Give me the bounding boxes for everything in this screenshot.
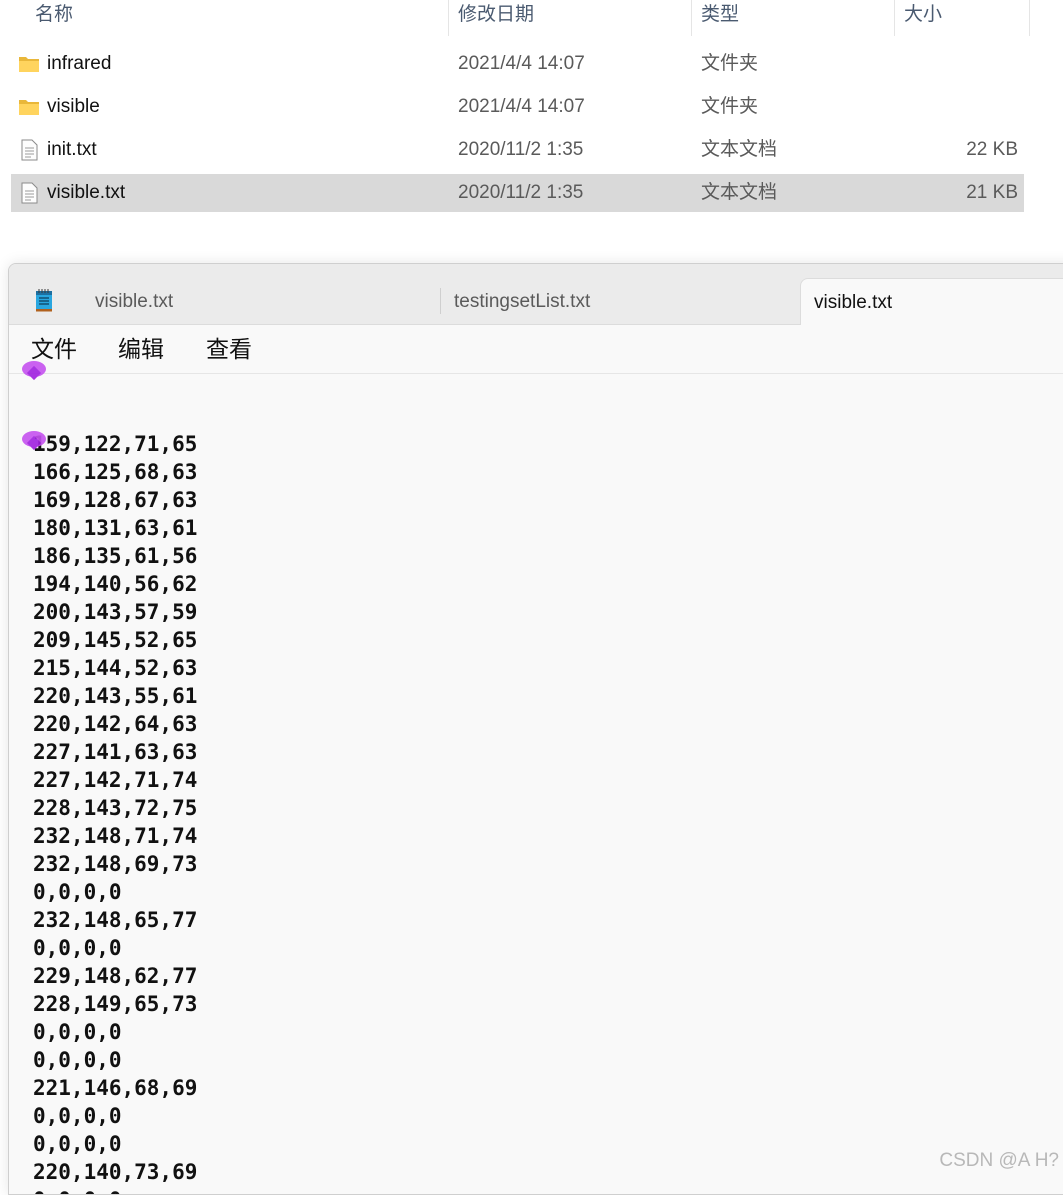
file-row-infrared[interactable]: infrared 2021/4/4 14:07 文件夹 [11, 45, 1024, 83]
file-size: 21 KB [966, 182, 1018, 203]
text-line: 228,149,65,73 [33, 992, 198, 1016]
text-line: 232,148,69,73 [33, 852, 198, 876]
column-header-name[interactable]: 名称 [35, 0, 73, 36]
file-type: 文本文档 [701, 182, 778, 203]
text-line: 166,125,68,63 [33, 460, 198, 484]
watermark: CSDN @A H? [939, 1150, 1059, 1171]
file-date: 2020/11/2 1:35 [458, 139, 584, 160]
file-explorer-list: 名称 修改日期 类型 大小 infrared 2021/4/4 14:07 文件… [0, 0, 1063, 230]
folder-icon [19, 100, 39, 115]
tab-divider [440, 288, 441, 314]
file-row-init-txt[interactable]: init.txt 2020/11/2 1:35 文本文档 22 KB [11, 131, 1024, 169]
column-divider[interactable] [448, 0, 449, 36]
text-line: 0,0,0,0 [33, 1020, 122, 1044]
file-type: 文本文档 [701, 139, 778, 160]
menu-view[interactable]: 查看 [206, 333, 252, 365]
file-row-visible[interactable]: visible 2021/4/4 14:07 文件夹 [11, 88, 1024, 126]
text-file-icon [21, 182, 38, 204]
file-date: 2021/4/4 14:07 [458, 96, 585, 117]
text-line: 169,128,67,63 [33, 488, 198, 512]
cursor-marker [22, 431, 46, 447]
tab-testingsetlist-txt[interactable]: testingsetList.txt [454, 278, 590, 324]
file-type: 文件夹 [701, 53, 759, 74]
file-row-visible-txt[interactable]: visible.txt 2020/11/2 1:35 文本文档 21 KB [11, 174, 1024, 212]
text-line: 0,0,0,0 [33, 880, 122, 904]
cursor-marker [22, 361, 46, 377]
text-line: 232,148,71,74 [33, 824, 198, 848]
text-line: 227,141,63,63 [33, 740, 198, 764]
file-date: 2021/4/4 14:07 [458, 53, 585, 74]
text-line: 0,0,0,0 [33, 1186, 197, 1194]
text-line: 227,142,71,74 [33, 768, 198, 792]
text-file-icon [21, 139, 38, 161]
text-line: 180,131,63,61 [33, 516, 198, 540]
text-line: 221,146,68,69 [33, 1076, 198, 1100]
text-line: 229,148,62,77 [33, 964, 198, 988]
text-line: 186,135,61,56 [33, 544, 198, 568]
menu-file[interactable]: 文件 [31, 333, 77, 365]
column-divider[interactable] [1029, 0, 1030, 36]
file-name: visible [47, 96, 100, 117]
file-name: visible.txt [47, 182, 126, 203]
text-line: 220,143,55,61 [33, 684, 198, 708]
tab-visible-txt-active[interactable]: visible.txt [800, 278, 1063, 325]
file-type: 文件夹 [701, 96, 759, 117]
tab-visible-txt-1[interactable]: visible.txt [95, 278, 173, 324]
folder-icon [19, 57, 39, 72]
text-line: 215,144,52,63 [33, 656, 198, 680]
text-line: 209,145,52,65 [33, 628, 198, 652]
text-line: 159,122,71,65 [33, 432, 198, 456]
text-line: 220,140,73,69 [33, 1160, 198, 1184]
column-divider[interactable] [894, 0, 895, 36]
column-header-size[interactable]: 大小 [904, 0, 942, 36]
text-line: 0,0,0,0 [33, 1104, 122, 1128]
file-date: 2020/11/2 1:35 [458, 182, 584, 203]
text-line: 228,143,72,75 [33, 796, 198, 820]
text-line: 0,0,0,0 [33, 936, 122, 960]
file-name: init.txt [47, 139, 97, 160]
tab-strip: visible.txt testingsetList.txt visible.t… [9, 264, 1063, 325]
text-line: 0,0,0,0 [33, 1048, 122, 1072]
file-size: 22 KB [966, 139, 1018, 160]
notepad-window: visible.txt testingsetList.txt visible.t… [8, 263, 1063, 1195]
text-line: 220,142,64,63 [33, 712, 198, 736]
menu-bar: 文件 编辑 查看 [9, 325, 1063, 374]
notepad-icon [36, 289, 52, 312]
text-line: 232,148,65,77 [33, 908, 198, 932]
text-line: 0,0,0,0 [33, 1132, 122, 1156]
column-divider[interactable] [691, 0, 692, 36]
file-name: infrared [47, 53, 112, 74]
text-line: 194,140,56,62 [33, 572, 198, 596]
column-header-type[interactable]: 类型 [701, 0, 739, 36]
text-editor[interactable]: 159,122,71,65 166,125,68,63 169,128,67,63 1… [33, 402, 198, 1194]
text-line: 200,143,57,59 [33, 600, 198, 624]
menu-edit[interactable]: 编辑 [118, 333, 164, 365]
text-line [33, 402, 197, 430]
column-header-date[interactable]: 修改日期 [458, 0, 534, 36]
